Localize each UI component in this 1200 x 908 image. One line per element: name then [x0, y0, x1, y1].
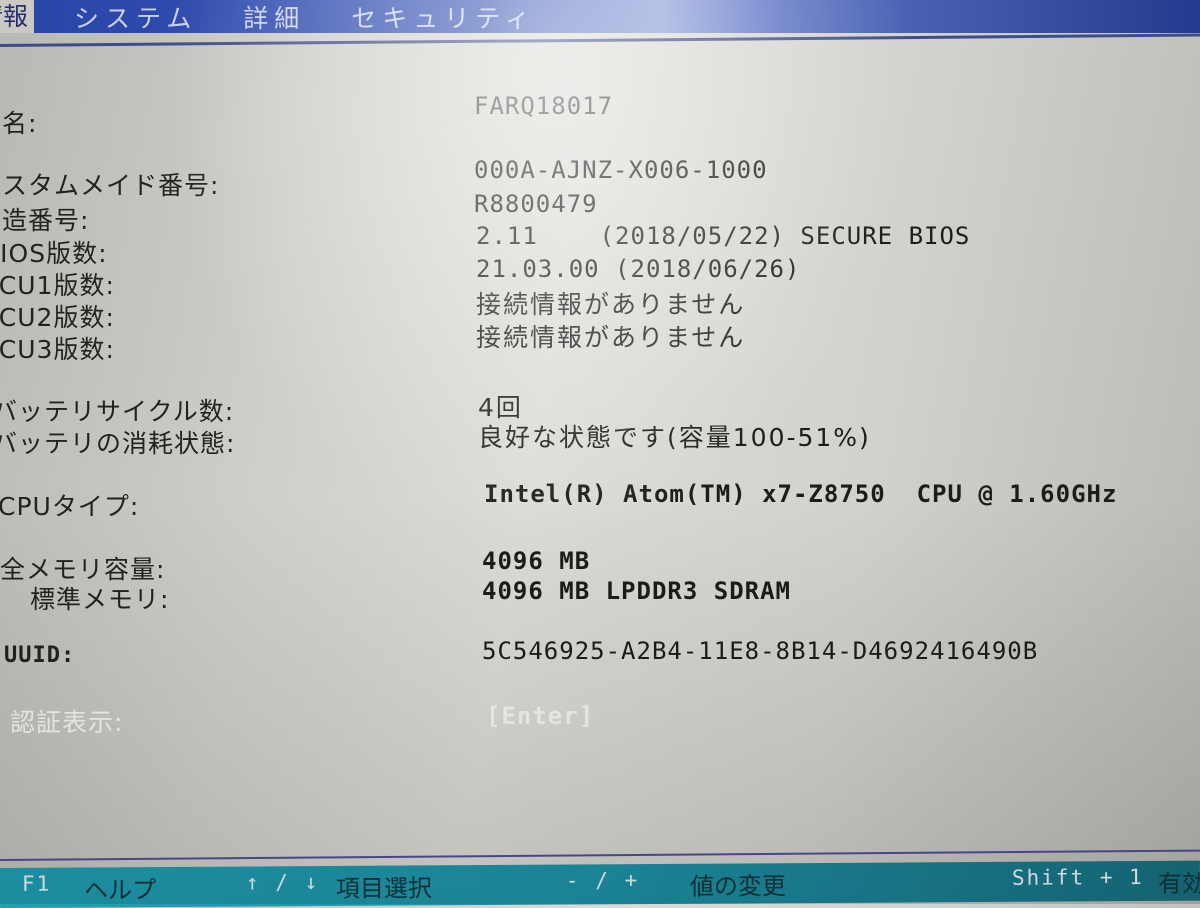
battery-health-label: バッテリの消耗状態: [0, 429, 236, 458]
cpu-type-value: Intel(R) Atom(TM) x7-Z8750 CPU @ 1.60GHz [484, 480, 1118, 508]
change-value-key: - / + [565, 868, 640, 893]
uuid-label: UUID: [4, 643, 76, 668]
enable-desc: 有効 [1157, 869, 1200, 898]
standard-memory-value: 4096 MB LPDDR3 SDRAM [482, 577, 791, 605]
ecu1-version-value: 21.03.00 (2018/06/26) [476, 255, 801, 283]
key-help-bar: F1 ヘルプ ↑ / ↓ 項目選択 - / + 値の変更 Shift + 1 有… [0, 860, 1200, 908]
select-item-key: ↑ / ↓ [245, 870, 320, 895]
uuid-value: 5C546925-A2B4-11E8-8B14-D4692416490B [482, 637, 1039, 665]
change-value-desc: 値の変更 [689, 872, 787, 901]
header-divider [0, 33, 1200, 47]
ecu2-version-value: 接続情報がありません [476, 290, 746, 319]
battery-health-value: 良好な状態です(容量100-51%) [478, 423, 871, 452]
enable-key: Shift + 1 [1011, 865, 1144, 890]
certificate-display-enter-button[interactable]: [Enter] [486, 702, 594, 730]
select-item-desc: 項目選択 [335, 874, 433, 903]
standard-memory-label: 標準メモリ: [30, 585, 170, 614]
model-name-value: FARQ18017 [474, 92, 614, 120]
serial-number-value: R8800479 [474, 190, 598, 218]
footer-divider [0, 849, 1200, 861]
custom-made-number-label: カスタムメイド番号: [0, 171, 220, 200]
help-key: F1 [21, 871, 52, 896]
tab-system[interactable]: システム [56, 0, 215, 35]
serial-number-label: 製造番号: [0, 206, 90, 235]
menu-bar: 情報 システム 詳細 セキュリティ [0, 0, 1200, 33]
help-desc: ヘルプ [83, 876, 157, 905]
ecu2-version-label: ECU2版数: [0, 303, 115, 332]
bios-version-label: BIOS版数: [0, 239, 108, 268]
bios-version-value: 2.11 (2018/05/22) SECURE BIOS [476, 222, 971, 250]
battery-cycles-label: バッテリサイクル数: [0, 397, 235, 426]
tab-info[interactable]: 情報 [0, 0, 35, 33]
cpu-type-label: CPUタイプ: [0, 492, 140, 521]
tab-advanced[interactable]: 詳細 [225, 0, 323, 35]
ecu3-version-label: ECU3版数: [0, 335, 115, 364]
tab-security[interactable]: セキュリティ [333, 0, 554, 35]
ecu3-version-value: 接続情報がありません [476, 323, 746, 352]
total-memory-value: 4096 MB [482, 547, 591, 575]
ecu1-version-label: ECU1版数: [0, 271, 115, 300]
certificate-display-label: 認証表示: [10, 708, 124, 737]
custom-made-number-value: 000A-AJNZ-X006-1000 [474, 156, 768, 184]
model-name-label: 型名: [0, 109, 38, 138]
